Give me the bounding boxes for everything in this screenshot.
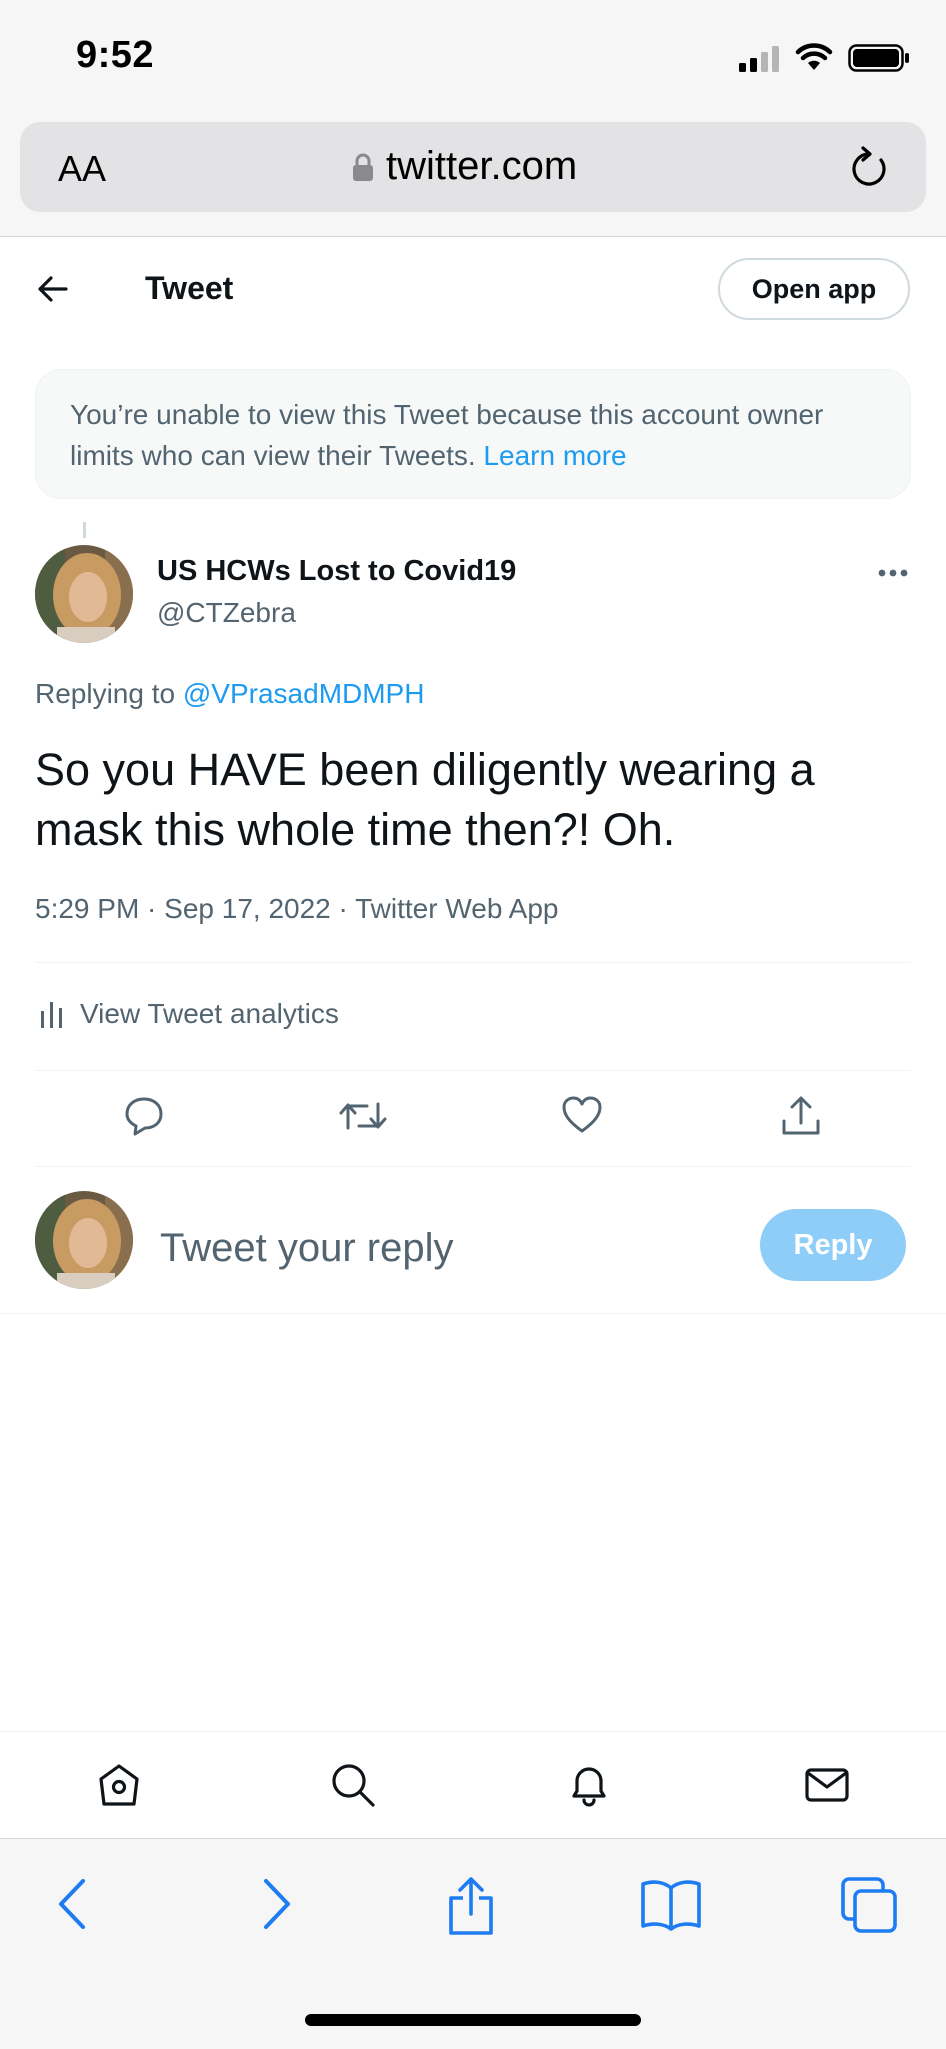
home-icon[interactable] [96, 1762, 142, 1808]
divider [35, 1166, 911, 1167]
learn-more-link[interactable]: Learn more [483, 440, 626, 471]
home-indicator [305, 2014, 641, 2026]
more-options-icon[interactable] [877, 560, 909, 586]
text-size-button[interactable]: AA [58, 148, 106, 190]
analytics-icon [40, 999, 64, 1029]
battery-icon [848, 44, 910, 72]
wifi-icon [795, 42, 833, 72]
tabs-icon[interactable] [840, 1876, 900, 1936]
back-arrow-icon[interactable] [36, 272, 70, 306]
status-time: 9:52 [76, 34, 155, 76]
messages-icon[interactable] [804, 1762, 850, 1808]
address-url[interactable]: twitter.com [352, 144, 577, 189]
search-icon[interactable] [330, 1762, 376, 1808]
divider [0, 1313, 946, 1314]
url-text: twitter.com [386, 144, 578, 188]
page-title: Tweet [145, 270, 234, 306]
tweet-text: So you HAVE been diligently wearing a ma… [35, 744, 815, 855]
reply-button[interactable]: Reply [760, 1209, 906, 1281]
author-avatar[interactable] [35, 545, 133, 643]
bookmarks-icon[interactable] [640, 1876, 702, 1932]
analytics-label: View Tweet analytics [80, 998, 339, 1029]
retweet-icon[interactable] [339, 1095, 387, 1137]
view-analytics-link[interactable]: View Tweet analytics [40, 998, 339, 1030]
notice-text: You’re unable to view this Tweet because… [70, 399, 824, 471]
cellular-signal-icon [739, 46, 781, 72]
reply-icon[interactable] [123, 1095, 165, 1137]
notifications-icon[interactable] [566, 1762, 612, 1808]
divider [35, 962, 911, 963]
replying-prefix: Replying to [35, 678, 176, 709]
forward-icon[interactable] [260, 1876, 294, 1932]
back-icon[interactable] [55, 1876, 89, 1932]
divider [35, 1070, 911, 1071]
reply-input[interactable]: Tweet your reply [160, 1226, 453, 1271]
thread-line [83, 522, 86, 538]
share-icon[interactable] [446, 1876, 496, 1936]
tweet-meta: 5:29 PM · Sep 17, 2022 · Twitter Web App [35, 893, 559, 924]
user-avatar [35, 1191, 133, 1289]
open-app-button[interactable]: Open app [718, 258, 910, 320]
reload-icon[interactable] [849, 146, 889, 190]
author-handle[interactable]: @CTZebra [157, 597, 296, 629]
author-name[interactable]: US HCWs Lost to Covid19 [157, 555, 516, 588]
mention-link[interactable]: @VPrasadMDMPH [183, 678, 425, 709]
share-icon[interactable] [780, 1095, 822, 1137]
restricted-notice: You’re unable to view this Tweet because… [35, 369, 911, 499]
replying-to: Replying to @VPrasadMDMPH [35, 678, 424, 710]
like-icon[interactable] [561, 1095, 603, 1135]
lock-icon [352, 152, 374, 182]
